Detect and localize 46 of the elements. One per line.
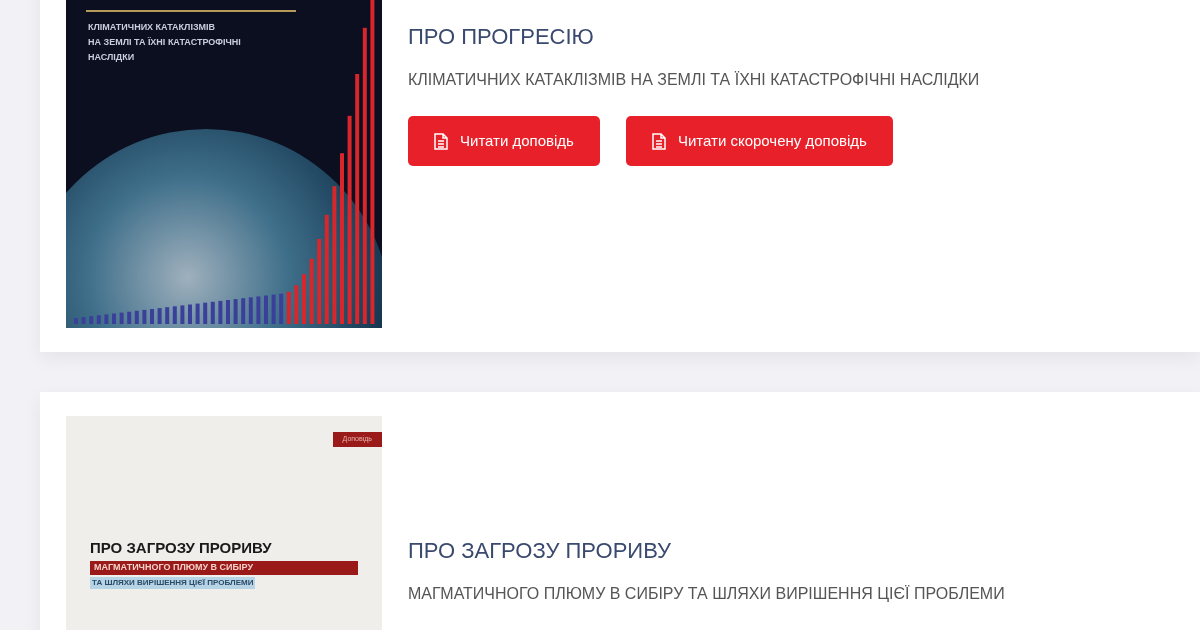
chart-bar xyxy=(180,305,185,324)
cover-text: МАГМАТИЧНОГО ПЛЮМУ В СИБІРУ xyxy=(90,561,358,575)
chart-bar xyxy=(74,318,78,324)
chart-bar xyxy=(150,309,154,324)
chart-bar xyxy=(302,274,306,324)
chart-bar xyxy=(218,300,223,324)
chart-bar xyxy=(157,308,162,324)
chart-bar xyxy=(226,300,230,324)
report-subtitle: КЛІМАТИЧНИХ КАТАКЛІЗМІВ НА ЗЕМЛІ ТА ЇХНІ КАТАСТРОФІЧНІ НАСЛІДКИ xyxy=(408,70,980,90)
report-title: ПРО ПРОГРЕСІЮ xyxy=(408,23,595,51)
chart-bar xyxy=(233,299,238,324)
chart-bar xyxy=(81,317,86,324)
chart-bar xyxy=(89,316,94,324)
chart-bar xyxy=(241,298,246,324)
chart-bar xyxy=(165,307,170,324)
report-title: ПРО ЗАГРОЗУ ПРОРИВУ xyxy=(408,537,673,565)
chart-bar xyxy=(172,306,177,324)
chart-bar xyxy=(210,301,215,324)
chart-bar xyxy=(309,258,314,324)
cover-text: НА ЗЕМЛІ ТА ЇХНІ КАТАСТРОФІЧНІ xyxy=(88,36,241,49)
chart-bar xyxy=(271,294,276,324)
chart-bar xyxy=(142,309,147,324)
chart-bar xyxy=(112,313,116,324)
chart-bar xyxy=(104,314,109,324)
chart-bar xyxy=(264,295,268,324)
document-icon xyxy=(434,132,448,150)
chart-bar xyxy=(134,310,139,324)
chart-bar xyxy=(203,302,208,324)
cover-text: ПРО ЗАГРОЗУ ПРОРИВУ xyxy=(90,537,272,558)
chart-bar xyxy=(286,291,291,324)
cover-text: ТА ШЛЯХИ ВИРІШЕННЯ ЦІЄЇ ПРОБЛЕМИ xyxy=(90,576,256,589)
report-subtitle: МАГМАТИЧНОГО ПЛЮМУ В СИБІРУ ТА ШЛЯХИ ВИРІШЕННЯ ЦІЄЇ ПРОБЛЕМИ xyxy=(408,584,1005,604)
chart-bar xyxy=(256,296,261,324)
chart-bar xyxy=(188,304,192,324)
chart-bar xyxy=(127,311,132,324)
chart-bar xyxy=(279,293,284,324)
chart-bar xyxy=(96,315,101,324)
read-report-button[interactable]: Читати скорочену доповідь xyxy=(625,116,893,166)
chart-bar xyxy=(195,303,200,324)
cover-text: НАСЛІДКИ xyxy=(88,51,136,64)
chart-bar xyxy=(294,285,299,324)
cover-text: КЛІМАТИЧНИХ КАТАКЛІЗМІВ xyxy=(88,21,217,34)
document-icon xyxy=(651,132,666,150)
chart-bar xyxy=(248,297,253,324)
chart-bar xyxy=(119,312,124,324)
read-report-button[interactable]: Читати доповідь xyxy=(408,116,600,166)
